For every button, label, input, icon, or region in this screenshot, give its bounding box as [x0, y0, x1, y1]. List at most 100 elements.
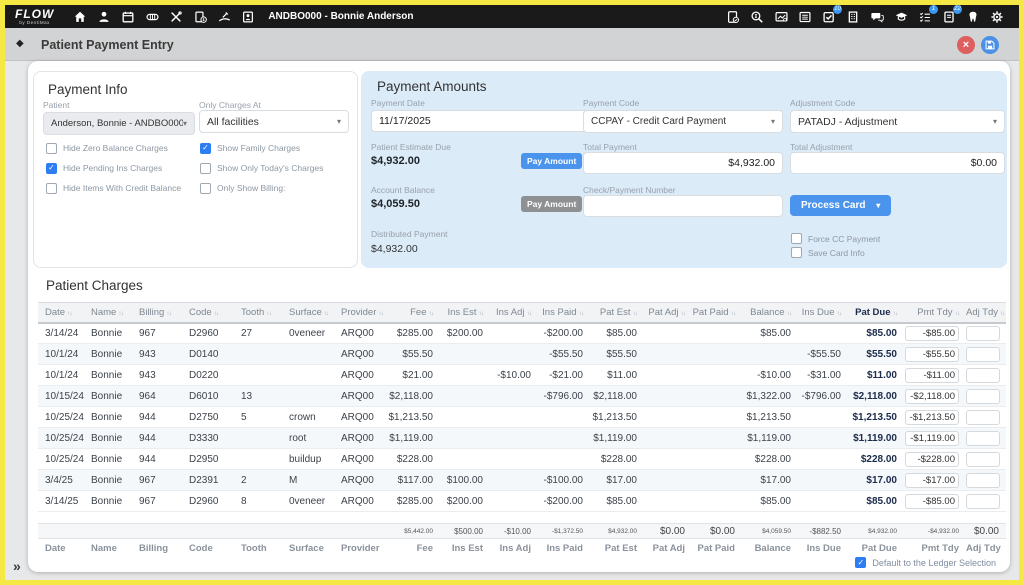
patient-icon[interactable] [92, 5, 116, 28]
filter-checkbox[interactable]: Only Show Billing: [200, 183, 323, 194]
pmt-tdy-input[interactable] [905, 410, 959, 425]
charge-row[interactable]: 3/14/25Bonnie967D296080veneerARQ00$285.0… [38, 491, 1006, 512]
column-header[interactable]: Date↑↓ [38, 303, 84, 323]
column-header[interactable]: Fee↑↓ [384, 303, 440, 323]
adj-tdy-input[interactable] [966, 389, 1000, 404]
schedule-icon[interactable] [116, 5, 140, 28]
column-header[interactable]: Surface↑↓ [282, 303, 334, 323]
diamond-icon[interactable]: ◆ [16, 38, 24, 49]
checkbox-box[interactable]: ✓ [200, 143, 211, 154]
column-header[interactable]: Name↑↓ [84, 303, 132, 323]
total-adjustment-input[interactable]: $0.00 [790, 152, 1005, 174]
sort-icon[interactable]: ↑↓ [893, 310, 898, 317]
force-cc-payment-checkbox[interactable]: Force CC Payment [791, 233, 880, 244]
sort-icon[interactable]: ↑↓ [633, 310, 638, 317]
education-cap-icon[interactable] [889, 5, 913, 28]
column-header[interactable]: Pat Adj↑↓ [644, 303, 692, 323]
column-header[interactable]: Pat Due↑↓ [848, 303, 904, 323]
column-header[interactable]: Code↑↓ [182, 303, 234, 323]
facility-select[interactable]: All facilities ▾ [199, 110, 349, 133]
sort-icon[interactable]: ↑↓ [1000, 310, 1005, 317]
sort-icon[interactable]: ↑↓ [118, 310, 123, 317]
charge-row[interactable]: 10/15/24Bonnie964D601013ARQ00$2,118.00-$… [38, 386, 1006, 407]
column-header[interactable]: Pat Paid↑↓ [692, 303, 742, 323]
sort-icon[interactable]: ↑↓ [579, 310, 584, 317]
billing-icon[interactable] [188, 5, 212, 28]
pay-balance-button[interactable]: Pay Amount [521, 196, 582, 212]
sort-icon[interactable]: ↑↓ [324, 310, 329, 317]
total-payment-input[interactable]: $4,932.00 [583, 152, 783, 174]
checkbox-box[interactable] [46, 183, 57, 194]
current-patient-label[interactable]: ANDBO000 - Bonnie Anderson [268, 11, 413, 22]
charge-row[interactable]: 10/25/24Bonnie944D2950buildupARQ00$228.0… [38, 449, 1006, 470]
payment-code-select[interactable]: CCPAY - Credit Card Payment ▾ [583, 110, 783, 133]
adj-tdy-input[interactable] [966, 452, 1000, 467]
imaging-icon[interactable] [769, 5, 793, 28]
checkbox-box[interactable]: ✓ [46, 163, 57, 174]
sort-icon[interactable]: ↑↓ [787, 310, 792, 317]
sort-icon[interactable]: ↑↓ [429, 310, 434, 317]
column-header[interactable]: Balance↑↓ [742, 303, 798, 323]
pmt-tdy-input[interactable] [905, 431, 959, 446]
column-header[interactable]: Billing↑↓ [132, 303, 182, 323]
pmt-tdy-input[interactable] [905, 452, 959, 467]
charge-row[interactable]: 3/14/24Bonnie967D2960270veneerARQ00$285.… [38, 323, 1006, 344]
checkbox-box[interactable] [46, 143, 57, 154]
pmt-tdy-input[interactable] [905, 368, 959, 383]
column-header[interactable]: Ins Est↑↓ [440, 303, 490, 323]
column-header[interactable]: Ins Paid↑↓ [538, 303, 590, 323]
adjustment-code-select[interactable]: PATADJ - Adjustment ▾ [790, 110, 1005, 133]
sort-icon[interactable]: ↑↓ [479, 310, 484, 317]
sort-icon[interactable]: ↑↓ [214, 310, 219, 317]
claims-check-icon[interactable] [721, 5, 745, 28]
column-header[interactable]: Provider↑↓ [334, 303, 384, 323]
charge-row[interactable]: 10/1/24Bonnie943D0140ARQ00$55.50-$55.50$… [38, 344, 1006, 365]
filter-checkbox[interactable]: Hide Zero Balance Charges [46, 143, 200, 154]
adj-tdy-input[interactable] [966, 494, 1000, 509]
adj-tdy-input[interactable] [966, 326, 1000, 341]
check-payment-number-input[interactable] [583, 195, 783, 217]
column-header[interactable]: Pmt Tdy↑↓ [904, 303, 966, 323]
messages-icon[interactable] [865, 5, 889, 28]
checklist-icon[interactable]: 1 [913, 5, 937, 28]
sort-icon[interactable]: ↑↓ [166, 310, 171, 317]
pmt-tdy-input[interactable] [905, 473, 959, 488]
adj-tdy-input[interactable] [966, 347, 1000, 362]
contacts-icon[interactable] [236, 5, 260, 28]
settings-gear-icon[interactable] [985, 5, 1009, 28]
sort-icon[interactable]: ↑↓ [681, 310, 686, 317]
close-button[interactable]: × [957, 36, 975, 54]
filter-checkbox[interactable]: Show Only Today's Charges [200, 163, 323, 174]
column-header[interactable]: Ins Adj↑↓ [490, 303, 538, 323]
pmt-tdy-input[interactable] [905, 494, 959, 509]
patient-select[interactable]: Anderson, Bonnie - ANDBO000 ▾ [43, 112, 195, 135]
payment-hand-icon[interactable] [212, 5, 236, 28]
dental-chart-icon[interactable] [140, 5, 164, 28]
expand-panel-chevron[interactable]: » [13, 558, 21, 574]
flow-logo[interactable]: FLOW by DentiMax [15, 8, 54, 26]
checkbox-box[interactable] [200, 163, 211, 174]
default-ledger-checkbox[interactable]: ✓ Default to the Ledger Selection [855, 557, 996, 568]
checkbox-box[interactable] [200, 183, 211, 194]
filter-checkbox[interactable]: ✓Hide Pending Ins Charges [46, 163, 200, 174]
column-header[interactable]: Ins Due↑↓ [798, 303, 848, 323]
checkbox-box[interactable] [791, 233, 802, 244]
save-card-info-checkbox[interactable]: Save Card Info [791, 247, 865, 258]
sort-icon[interactable]: ↑↓ [955, 310, 960, 317]
adj-tdy-input[interactable] [966, 431, 1000, 446]
sort-icon[interactable]: ↑↓ [266, 310, 271, 317]
charge-row[interactable]: 10/1/24Bonnie943D0220ARQ00$21.00-$10.00-… [38, 365, 1006, 386]
checkbox-box[interactable] [791, 247, 802, 258]
filter-checkbox[interactable]: ✓Show Family Charges [200, 143, 323, 154]
charge-row[interactable]: 10/25/24Bonnie944D3330rootARQ00$1,119.00… [38, 428, 1006, 449]
sort-icon[interactable]: ↑↓ [378, 310, 383, 317]
charge-row[interactable]: 3/4/25Bonnie967D23912MARQ00$117.00$100.0… [38, 470, 1006, 491]
reports-list-icon[interactable] [793, 5, 817, 28]
column-header[interactable]: Pat Est↑↓ [590, 303, 644, 323]
documents-icon[interactable]: 22 [937, 5, 961, 28]
column-header[interactable]: Tooth↑↓ [234, 303, 282, 323]
sort-icon[interactable]: ↑↓ [837, 310, 842, 317]
process-card-button[interactable]: Process Card ▾ [790, 195, 891, 216]
adj-tdy-input[interactable] [966, 410, 1000, 425]
adj-tdy-input[interactable] [966, 368, 1000, 383]
